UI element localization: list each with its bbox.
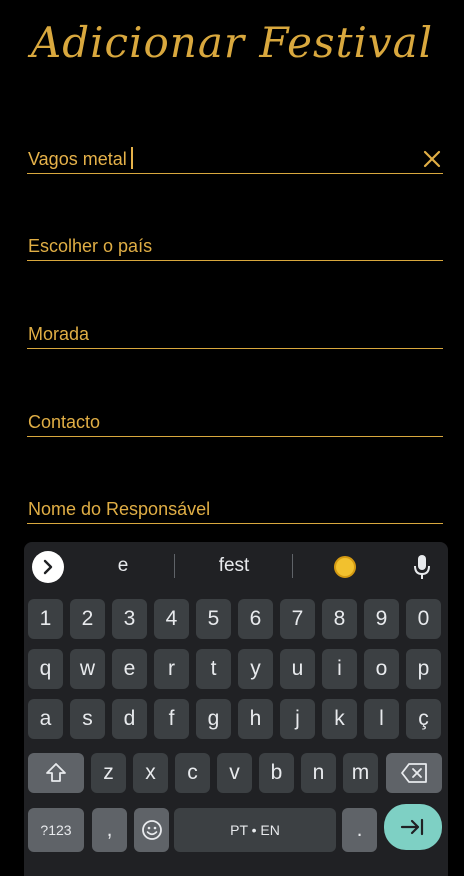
letter-key[interactable]: n — [301, 753, 336, 793]
address-field[interactable]: Morada — [27, 318, 443, 349]
letter-key[interactable]: z — [91, 753, 126, 793]
number-key[interactable]: 7 — [280, 599, 315, 639]
backspace-key[interactable] — [386, 753, 442, 793]
text-caret — [130, 147, 133, 169]
chevron-right-icon — [43, 559, 53, 575]
letter-key[interactable]: f — [154, 699, 189, 739]
letter-key[interactable]: p — [406, 649, 441, 689]
close-icon[interactable] — [423, 150, 441, 168]
contact-field[interactable]: Contacto — [27, 406, 443, 437]
letter-key[interactable]: e — [112, 649, 147, 689]
backspace-icon — [401, 763, 427, 783]
letter-key[interactable]: x — [133, 753, 168, 793]
coin-emoji-icon[interactable] — [334, 556, 356, 578]
number-key[interactable]: 1 — [28, 599, 63, 639]
page-title: Adicionar Festival — [30, 18, 434, 67]
letter-key[interactable]: g — [196, 699, 231, 739]
on-screen-keyboard: e fest 1234567890 qwertyuiop asdfghjklç … — [24, 542, 448, 876]
letter-key[interactable]: w — [70, 649, 105, 689]
letter-key[interactable]: b — [259, 753, 294, 793]
suggestion-bar: e fest — [24, 542, 448, 592]
letter-key[interactable]: c — [175, 753, 210, 793]
shift-icon — [46, 763, 66, 782]
letter-key[interactable]: m — [343, 753, 378, 793]
shift-key[interactable] — [28, 753, 84, 793]
number-key[interactable]: 3 — [112, 599, 147, 639]
number-key[interactable]: 9 — [364, 599, 399, 639]
letter-key[interactable]: j — [280, 699, 315, 739]
number-key[interactable]: 2 — [70, 599, 105, 639]
responsible-placeholder: Nome do Responsável — [28, 499, 211, 519]
address-placeholder: Morada — [28, 324, 90, 344]
emoji-key[interactable] — [134, 808, 169, 852]
country-placeholder: Escolher o país — [28, 236, 153, 256]
letter-key[interactable]: v — [217, 753, 252, 793]
letter-key[interactable]: k — [322, 699, 357, 739]
number-key[interactable]: 6 — [238, 599, 273, 639]
letter-key[interactable]: q — [28, 649, 63, 689]
letter-key[interactable]: y — [238, 649, 273, 689]
letter-key[interactable]: o — [364, 649, 399, 689]
space-key[interactable]: PT • EN — [174, 808, 336, 852]
number-key[interactable]: 5 — [196, 599, 231, 639]
number-key[interactable]: 0 — [406, 599, 441, 639]
expand-toolbar-button[interactable] — [32, 551, 64, 583]
responsible-name-field[interactable]: Nome do Responsável — [27, 493, 443, 524]
festival-name-field[interactable]: Vagos metal — [27, 143, 443, 174]
letter-key[interactable]: ç — [406, 699, 441, 739]
enter-key[interactable] — [384, 804, 442, 850]
suggestion-2[interactable]: fest — [202, 555, 266, 577]
letter-key[interactable]: t — [196, 649, 231, 689]
add-festival-screen: Adicionar Festival Vagos metal Escolher … — [0, 0, 464, 876]
comma-key[interactable]: , — [92, 808, 127, 852]
letter-key[interactable]: l — [364, 699, 399, 739]
letter-key[interactable]: d — [112, 699, 147, 739]
number-key[interactable]: 8 — [322, 599, 357, 639]
period-key[interactable]: . — [342, 808, 377, 852]
letter-key[interactable]: a — [28, 699, 63, 739]
suggestion-divider — [292, 554, 293, 578]
symbols-key[interactable]: ?123 — [28, 808, 84, 852]
letter-key[interactable]: i — [322, 649, 357, 689]
number-key[interactable]: 4 — [154, 599, 189, 639]
suggestion-divider — [174, 554, 175, 578]
next-field-icon — [400, 818, 424, 836]
letter-key[interactable]: h — [238, 699, 273, 739]
contact-placeholder: Contacto — [28, 412, 101, 432]
emoji-icon — [141, 820, 162, 840]
country-select-field[interactable]: Escolher o país — [27, 230, 443, 261]
festival-name-value: Vagos metal — [28, 149, 127, 169]
letter-key[interactable]: r — [154, 649, 189, 689]
letter-key[interactable]: u — [280, 649, 315, 689]
suggestion-1[interactable]: e — [102, 555, 144, 577]
microphone-icon[interactable] — [412, 553, 432, 581]
letter-key[interactable]: s — [70, 699, 105, 739]
